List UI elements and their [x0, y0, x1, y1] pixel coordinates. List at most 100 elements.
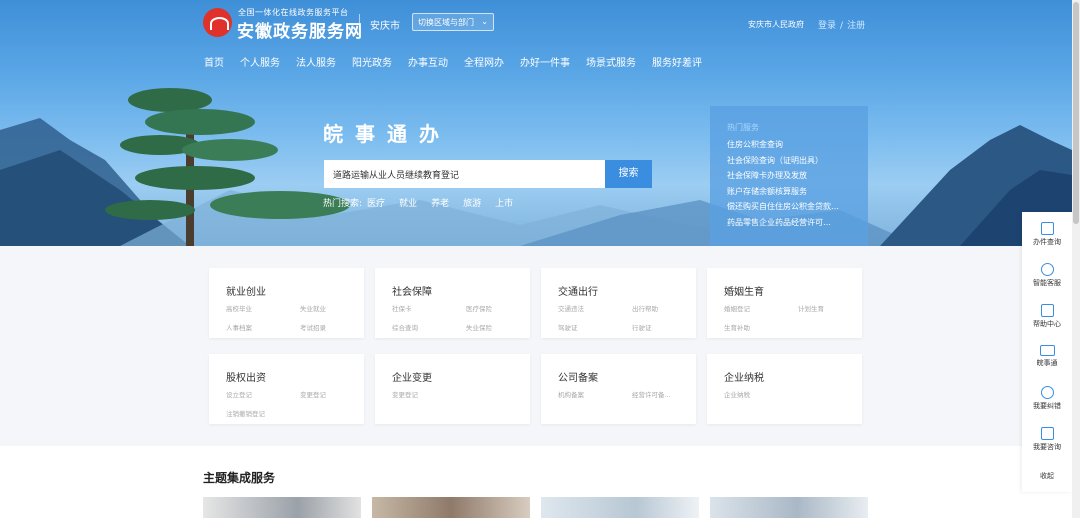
category-title: 交通出行	[558, 287, 598, 298]
headset-icon	[1040, 263, 1054, 276]
category-link[interactable]: 企业纳税	[724, 389, 750, 399]
category-link[interactable]: 婚姻登记	[724, 303, 750, 313]
hot-service-link[interactable]: 社会保险查询（证明出具）	[727, 153, 862, 169]
hot-keyword[interactable]: 旅游	[463, 196, 481, 209]
side-item-query[interactable]: 办件查询	[1022, 222, 1072, 247]
category-link[interactable]: 高校毕业	[226, 303, 252, 313]
category-title: 公司备案	[558, 373, 598, 384]
chat-bubble-icon	[1040, 427, 1054, 440]
category-link[interactable]: 变更登记	[300, 389, 326, 399]
help-document-icon	[1040, 304, 1054, 317]
side-item-label: 我要纠错	[1033, 402, 1061, 410]
category-link[interactable]: 社保卡	[392, 303, 412, 313]
nav-item-interaction[interactable]: 办事互动	[408, 54, 448, 69]
hot-search: 热门搜索: 医疗 就业 养老 旅游 上市	[323, 196, 527, 209]
theme-thumbnail[interactable]	[203, 497, 361, 518]
login-link[interactable]: 登录	[818, 21, 836, 31]
side-toolbar: 办件查询 智能客服 帮助中心 皖事通 我要纠错 我要咨询 收起	[1022, 212, 1072, 492]
site-logo[interactable]	[203, 8, 232, 37]
category-card-enterprise-change[interactable]: 企业变更 变更登记	[375, 354, 530, 424]
site-title[interactable]: 安徽政务服务网	[237, 17, 363, 42]
category-link[interactable]: 计划生育	[798, 303, 824, 313]
section-title: 主题集成服务	[203, 471, 276, 485]
scrollbar-thumb[interactable]	[1073, 2, 1079, 224]
category-card-transport[interactable]: 交通出行 交通违法 出行帮助 驾驶证 行驶证	[541, 268, 696, 338]
nav-item-scenario[interactable]: 场景式服务	[586, 54, 636, 69]
hot-service-link[interactable]: 偿还购买自住住房公积金贷款…	[727, 199, 862, 215]
category-link[interactable]: 人事档案	[226, 322, 252, 332]
side-item-label: 皖事通	[1036, 359, 1058, 367]
hot-search-label: 热门搜索:	[323, 199, 363, 209]
side-item-collapse[interactable]: 收起	[1022, 471, 1072, 481]
category-card-employment[interactable]: 就业创业 高校毕业 失业就业 人事档案 考试招录	[209, 268, 364, 338]
category-card-marriage[interactable]: 婚姻生育 婚姻登记 计划生育 生育补助	[707, 268, 862, 338]
hot-services-panel: 热门服务 住房公积金查询 社会保险查询（证明出具） 社会保障卡办理及发放 账户存…	[710, 106, 868, 246]
category-title: 就业创业	[226, 287, 266, 298]
nav-item-review[interactable]: 服务好差评	[652, 54, 702, 69]
category-link[interactable]: 失业就业	[300, 303, 326, 313]
category-link[interactable]: 驾驶证	[558, 322, 578, 332]
header-divider	[359, 14, 360, 34]
region-select[interactable]: 切换区域与部门 ⌄	[412, 13, 494, 31]
register-link[interactable]: 注册	[847, 21, 865, 31]
nav-item-online[interactable]: 全程网办	[464, 54, 504, 69]
category-title: 企业变更	[392, 373, 432, 384]
side-item-label: 帮助中心	[1033, 320, 1061, 328]
nav-item-open-gov[interactable]: 阳光政务	[352, 54, 392, 69]
hero-title: 皖事通办	[323, 122, 451, 146]
category-link[interactable]: 考试招录	[300, 322, 326, 332]
nav-item-legal[interactable]: 法人服务	[296, 54, 336, 69]
category-link[interactable]: 医疗保险	[466, 303, 492, 313]
hot-service-link[interactable]: 社会保障卡办理及发放	[727, 168, 862, 184]
exclamation-icon	[1040, 386, 1054, 399]
category-link[interactable]: 综合查询	[392, 322, 418, 332]
nav-item-personal[interactable]: 个人服务	[240, 54, 280, 69]
theme-thumbnail[interactable]	[710, 497, 868, 518]
category-link[interactable]: 生育补助	[724, 322, 750, 332]
category-link[interactable]: 机构备案	[558, 389, 584, 399]
side-item-label: 办件查询	[1033, 238, 1061, 246]
hot-keyword[interactable]: 上市	[495, 196, 513, 209]
main-nav: 首页 个人服务 法人服务 阳光政务 办事互动 全程网办 办好一件事 场景式服务 …	[204, 54, 718, 69]
hot-service-link[interactable]: 住房公积金查询	[727, 137, 862, 153]
category-link[interactable]: 注销撤销登记	[226, 408, 265, 418]
category-card-company-filing[interactable]: 公司备案 机构备案 经营许可备...	[541, 354, 696, 424]
category-card-social-security[interactable]: 社会保障 社保卡 医疗保险 综合查询 失业保险	[375, 268, 530, 338]
category-link[interactable]: 行驶证	[632, 322, 652, 332]
hero-banner: 全国一体化在线政务服务平台 安徽政务服务网 安庆市 切换区域与部门 ⌄ 安庆市人…	[0, 0, 1072, 246]
auth-links: 登录 / 注册	[816, 18, 867, 31]
theme-thumbnail[interactable]	[541, 497, 699, 518]
side-item-help[interactable]: 帮助中心	[1022, 304, 1072, 329]
category-card-tax[interactable]: 企业纳税 企业纳税	[707, 354, 862, 424]
category-link[interactable]: 失业保险	[466, 322, 492, 332]
side-item-smart-service[interactable]: 智能客服	[1022, 263, 1072, 288]
category-link[interactable]: 变更登记	[392, 389, 418, 399]
category-title: 婚姻生育	[724, 287, 764, 298]
nav-item-home[interactable]: 首页	[204, 54, 224, 69]
gov-link[interactable]: 安庆市人民政府	[748, 19, 804, 30]
side-item-consult[interactable]: 我要咨询	[1022, 427, 1072, 452]
hot-service-link[interactable]: 药品零售企业药品经营许可…	[727, 215, 862, 231]
theme-thumbnail[interactable]	[372, 497, 530, 518]
region-select-label: 切换区域与部门	[418, 18, 474, 27]
category-link[interactable]: 经营许可备...	[632, 389, 671, 399]
category-card-equity[interactable]: 股权出资 设立登记 变更登记 注销撤销登记	[209, 354, 364, 424]
hot-keyword[interactable]: 就业	[399, 196, 417, 209]
search-button[interactable]: 搜索	[605, 160, 652, 188]
side-item-correction[interactable]: 我要纠错	[1022, 386, 1072, 411]
hot-keyword[interactable]: 医疗	[367, 196, 385, 209]
side-item-label: 我要咨询	[1033, 443, 1061, 451]
document-search-icon	[1040, 222, 1054, 235]
category-link[interactable]: 出行帮助	[632, 303, 658, 313]
search-input[interactable]	[324, 160, 606, 188]
hot-keyword[interactable]: 养老	[431, 196, 449, 209]
theme-section	[0, 446, 1072, 518]
hot-service-link[interactable]: 账户存储余额核算服务	[727, 184, 862, 200]
category-title: 股权出资	[226, 373, 266, 384]
category-link[interactable]: 交通违法	[558, 303, 584, 313]
nav-item-one-thing[interactable]: 办好一件事	[520, 54, 570, 69]
category-link[interactable]: 设立登记	[226, 389, 252, 399]
side-item-wanshitong[interactable]: 皖事通	[1022, 345, 1072, 368]
chevron-down-icon: ⌄	[481, 17, 488, 26]
auth-separator: /	[840, 21, 844, 31]
